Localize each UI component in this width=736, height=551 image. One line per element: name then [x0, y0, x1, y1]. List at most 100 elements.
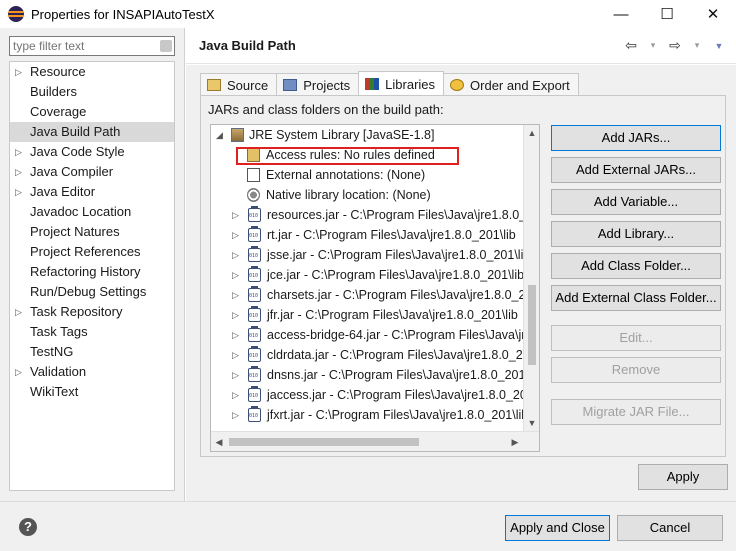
tree-row-jar[interactable]: ▷ jfr.jar - C:\Program Files\Java\jre1.8.… [211, 305, 523, 325]
jar-file-icon [248, 206, 261, 222]
expand-chevron-icon[interactable]: ▷ [15, 162, 22, 182]
nav-item-javadoc-location[interactable]: Javadoc Location [10, 202, 174, 222]
tab-projects[interactable]: Projects [276, 73, 360, 96]
vertical-scrollbar[interactable]: ▲ ▼ [523, 125, 539, 431]
expand-chevron-icon[interactable]: ▷ [232, 305, 239, 325]
tree-row-jar[interactable]: ▷ jce.jar - C:\Program Files\Java\jre1.8.… [211, 265, 524, 285]
tree-row-jar[interactable]: ▷ rt.jar - C:\Program Files\Java\jre1.8.0… [211, 225, 523, 245]
nav-item-task-tags[interactable]: Task Tags [10, 322, 174, 342]
horizontal-scroll-thumb[interactable] [229, 438, 419, 446]
nav-item-java-compiler[interactable]: ▷ Java Compiler [10, 162, 174, 182]
scroll-left-arrow-icon[interactable]: ◀ [211, 432, 227, 451]
expand-chevron-icon[interactable]: ▷ [232, 325, 239, 345]
nav-item-project-natures[interactable]: Project Natures [10, 222, 174, 242]
expand-chevron-icon[interactable]: ▷ [232, 365, 239, 385]
expand-chevron-icon[interactable]: ▷ [232, 405, 239, 425]
horizontal-scrollbar[interactable]: ◀ ▶ [211, 431, 539, 451]
nav-item-builders[interactable]: Builders [10, 82, 174, 102]
expand-chevron-icon[interactable]: ▷ [232, 225, 239, 245]
title-bar: Properties for INSAPIAutoTestX — ☐ ✕ [0, 0, 736, 28]
native-library-icon [247, 188, 260, 202]
expand-chevron-icon[interactable]: ▷ [15, 182, 22, 202]
tree-item-label: dnsns.jar - C:\Program Files\Java\jre1.8… [267, 368, 540, 382]
remove-button[interactable]: Remove [551, 357, 721, 383]
tree-row-jar[interactable]: ▷ dnsns.jar - C:\Program Files\Java\jre1.… [211, 365, 539, 385]
migrate-jar-file-button[interactable]: Migrate JAR File... [551, 399, 721, 425]
expand-chevron-icon[interactable]: ▷ [15, 362, 22, 382]
nav-item-run-debug-settings[interactable]: Run/Debug Settings [10, 282, 174, 302]
back-menu-chevron-icon[interactable]: ▾ [644, 40, 662, 51]
expand-chevron-icon[interactable]: ▷ [232, 245, 239, 265]
tree-row-jar[interactable]: ▷ jsse.jar - C:\Program Files\Java\jre1.8… [211, 245, 530, 265]
expand-chevron-icon[interactable]: ▷ [232, 345, 239, 365]
tab-libraries[interactable]: Libraries [358, 71, 445, 96]
scroll-down-arrow-icon[interactable]: ▼ [524, 415, 539, 431]
tree-item-label: jsse.jar - C:\Program Files\Java\jre1.8.… [267, 248, 531, 262]
minimize-button[interactable]: — [598, 0, 644, 28]
tree-item-label: JRE System Library [JavaSE-1.8] [249, 128, 435, 142]
nav-item-java-build-path[interactable]: Java Build Path [10, 122, 174, 142]
tree-row-jar[interactable]: ▷ jaccess.jar - C:\Program Files\Java\jre… [211, 385, 539, 405]
forward-menu-chevron-icon[interactable]: ▾ [688, 40, 706, 51]
edit-button[interactable]: Edit... [551, 325, 721, 351]
expand-chevron-icon[interactable]: ▷ [232, 285, 239, 305]
jar-file-icon [248, 406, 261, 422]
jar-file-icon [248, 266, 261, 282]
nav-item-resource[interactable]: ▷ Resource [10, 62, 174, 82]
filter-input[interactable] [10, 37, 150, 55]
add-external-class-folder-button[interactable]: Add External Class Folder... [551, 285, 721, 311]
library-tree[interactable]: ▷ jfxrt.jar - C:\Program Files\Java\jre1.… [210, 124, 540, 452]
projects-icon [283, 79, 298, 91]
nav-item-coverage[interactable]: Coverage [10, 102, 174, 122]
apply-and-close-button[interactable]: Apply and Close [505, 515, 610, 541]
tree-row-jar[interactable]: ▷ resources.jar - C:\Program Files\Java\j… [211, 205, 539, 225]
view-menu-icon[interactable]: ▼ [710, 41, 728, 51]
apply-button[interactable]: Apply [638, 464, 728, 490]
help-icon[interactable]: ? [19, 518, 37, 536]
add-variable-button[interactable]: Add Variable... [551, 189, 721, 215]
scroll-up-arrow-icon[interactable]: ▲ [524, 125, 539, 141]
expand-chevron-icon[interactable]: ▷ [15, 62, 22, 82]
access-rules-highlight [236, 147, 459, 165]
nav-item-testng[interactable]: TestNG [10, 342, 174, 362]
scroll-right-arrow-icon[interactable]: ▶ [507, 432, 523, 451]
nav-item-java-code-style[interactable]: ▷ Java Code Style [10, 142, 174, 162]
expand-chevron-icon[interactable]: ▷ [232, 265, 239, 285]
nav-item-java-editor[interactable]: ▷ Java Editor [10, 182, 174, 202]
tree-row-jre-system-library[interactable]: ◢ JRE System Library [JavaSE-1.8] [211, 125, 523, 145]
nav-item-task-repository[interactable]: ▷ Task Repository [10, 302, 174, 322]
nav-item-wikitext[interactable]: WikiText [10, 382, 174, 402]
expand-chevron-icon[interactable]: ▷ [15, 142, 22, 162]
close-button[interactable]: ✕ [690, 0, 736, 28]
expand-chevron-icon[interactable]: ▷ [15, 302, 22, 322]
add-jars-button[interactable]: Add JARs... [551, 125, 721, 151]
tree-row-jar[interactable]: ▷ access-bridge-64.jar - C:\Program Files… [211, 325, 539, 345]
collapse-chevron-icon[interactable]: ◢ [216, 125, 223, 145]
tab-source[interactable]: Source [200, 73, 278, 96]
nav-item-validation[interactable]: ▷ Validation [10, 362, 174, 382]
maximize-button[interactable]: ☐ [644, 0, 690, 28]
source-folder-icon [207, 79, 221, 91]
tree-row-native-library[interactable]: Native library location: (None) [211, 185, 523, 205]
tree-row-jar[interactable]: ▷ cldrdata.jar - C:\Program Files\Java\jr… [211, 345, 539, 365]
add-class-folder-button[interactable]: Add Class Folder... [551, 253, 721, 279]
vertical-scroll-thumb[interactable] [528, 285, 536, 365]
nav-item-project-references[interactable]: Project References [10, 242, 174, 262]
expand-chevron-icon[interactable]: ▷ [232, 205, 239, 225]
forward-arrow-icon[interactable]: ⇨ [666, 37, 684, 54]
expand-chevron-icon[interactable]: ▷ [232, 385, 239, 405]
nav-item-refactoring-history[interactable]: Refactoring History [10, 262, 174, 282]
back-arrow-icon[interactable]: ⇦ [622, 37, 640, 54]
tree-item-label: jaccess.jar - C:\Program Files\Java\jre1… [267, 388, 540, 402]
clear-filter-icon[interactable] [160, 40, 172, 52]
add-external-jars-button[interactable]: Add External JARs... [551, 157, 721, 183]
tab-label: Order and Export [470, 77, 570, 93]
tab-order-and-export[interactable]: Order and Export [443, 73, 579, 96]
tree-row-jar[interactable]: ▷ charsets.jar - C:\Program Files\Java\jr… [211, 285, 539, 305]
window-title: Properties for INSAPIAutoTestX [31, 6, 215, 22]
cancel-button[interactable]: Cancel [617, 515, 723, 541]
add-library-button[interactable]: Add Library... [551, 221, 721, 247]
tree-row-jar[interactable]: ▷ jfxrt.jar - C:\Program Files\Java\jre1.… [211, 405, 528, 425]
tree-item-label: resources.jar - C:\Program Files\Java\jr… [267, 208, 540, 222]
tree-row-annotations[interactable]: External annotations: (None) [211, 165, 523, 185]
